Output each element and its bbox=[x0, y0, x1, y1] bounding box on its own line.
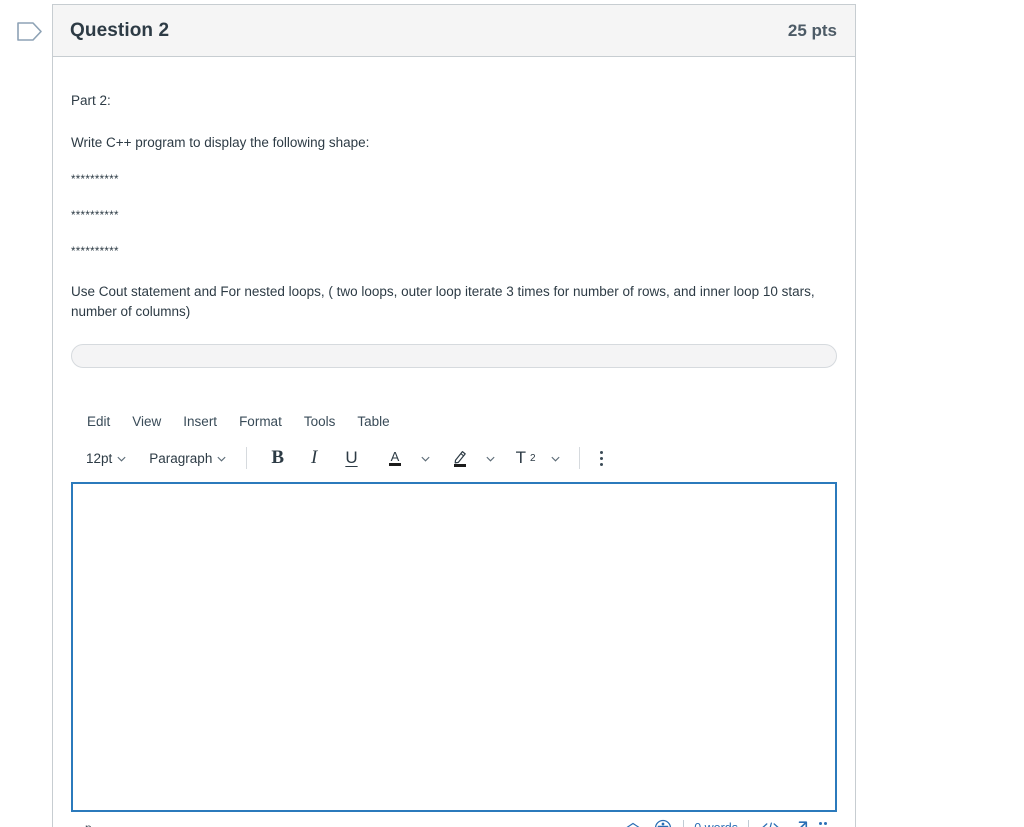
svg-text:A: A bbox=[390, 449, 399, 464]
bold-icon: B bbox=[271, 447, 285, 468]
question-prompt: Write C++ program to display the followi… bbox=[71, 135, 370, 151]
block-format-select[interactable]: Paragraph bbox=[142, 444, 234, 472]
menu-item-tools[interactable]: Tools bbox=[296, 410, 344, 433]
text-color-button[interactable]: A bbox=[373, 444, 412, 472]
editor-content-area[interactable] bbox=[71, 482, 837, 812]
resize-handle-icon[interactable] bbox=[815, 821, 831, 827]
highlighter-icon bbox=[453, 451, 466, 467]
question-header: Question 2 25 pts bbox=[53, 5, 855, 57]
chevron-down-icon bbox=[551, 456, 560, 462]
editor-toolbar: 12pt Paragraph B I U A T 2 bbox=[71, 438, 837, 478]
editor-menubar: Edit View Insert Format Tools Table bbox=[71, 404, 837, 438]
font-size-select[interactable]: 12pt bbox=[79, 444, 134, 472]
superscript-icon-base: T bbox=[515, 448, 527, 467]
code-icon[interactable] bbox=[759, 820, 781, 827]
question-page: Question 2 25 pts Part 2: Write C++ prog… bbox=[0, 0, 1024, 827]
word-count[interactable]: 0 words bbox=[694, 821, 738, 827]
toolbar-divider bbox=[578, 447, 580, 469]
question-card: Question 2 25 pts Part 2: Write C++ prog… bbox=[52, 4, 856, 827]
question-instructions: Use Cout statement and For nested loops,… bbox=[71, 283, 815, 319]
menu-item-view[interactable]: View bbox=[124, 410, 169, 433]
superscript-button[interactable]: T2 bbox=[504, 444, 542, 472]
answer-input-bar[interactable] bbox=[71, 344, 837, 368]
highlight-color-button[interactable] bbox=[439, 444, 477, 472]
expand-arrow-icon[interactable] bbox=[785, 819, 811, 827]
italic-icon: I bbox=[311, 447, 318, 468]
status-divider bbox=[748, 820, 749, 827]
underline-icon: U bbox=[345, 448, 358, 467]
italic-button[interactable]: I bbox=[298, 444, 330, 472]
bold-button[interactable]: B bbox=[259, 444, 296, 472]
menu-item-table[interactable]: Table bbox=[349, 410, 397, 433]
font-size-value: 12pt bbox=[86, 450, 113, 466]
rich-content-editor: Edit View Insert Format Tools Table 12pt bbox=[71, 404, 837, 827]
question-points: 25 pts bbox=[787, 20, 837, 40]
text-color-dropdown[interactable] bbox=[414, 444, 437, 472]
highlight-color-dropdown[interactable] bbox=[479, 444, 502, 472]
shape-line: ********** bbox=[71, 209, 119, 222]
chevron-down-icon bbox=[421, 456, 430, 462]
question-body: Part 2: Write C++ program to display the… bbox=[53, 57, 855, 827]
toolbar-divider bbox=[246, 447, 248, 469]
menu-item-edit[interactable]: Edit bbox=[79, 410, 118, 433]
flag-outline-icon[interactable] bbox=[16, 20, 44, 44]
text-color-icon: A bbox=[388, 449, 401, 466]
question-part-label: Part 2: bbox=[71, 93, 111, 108]
chevron-down-icon bbox=[486, 456, 495, 462]
superscript-icon-exponent: 2 bbox=[530, 452, 536, 464]
superscript-dropdown[interactable] bbox=[544, 444, 567, 472]
kebab-menu-icon[interactable] bbox=[592, 450, 611, 466]
chevron-down-icon bbox=[217, 456, 226, 462]
keyboard-icon[interactable] bbox=[623, 820, 643, 827]
chevron-down-icon bbox=[117, 456, 126, 462]
menu-item-insert[interactable]: Insert bbox=[175, 410, 225, 433]
shape-line: ********** bbox=[71, 173, 119, 186]
page-title: Question 2 bbox=[70, 19, 170, 41]
editor-statusbar: p bbox=[71, 813, 837, 827]
status-divider bbox=[683, 820, 685, 827]
menu-item-format[interactable]: Format bbox=[231, 410, 290, 433]
element-path[interactable]: p bbox=[77, 821, 92, 827]
block-format-value: Paragraph bbox=[149, 450, 213, 466]
accessibility-checker-icon[interactable] bbox=[647, 818, 673, 827]
underline-button[interactable]: U bbox=[332, 444, 370, 472]
shape-line: ********** bbox=[71, 245, 119, 258]
